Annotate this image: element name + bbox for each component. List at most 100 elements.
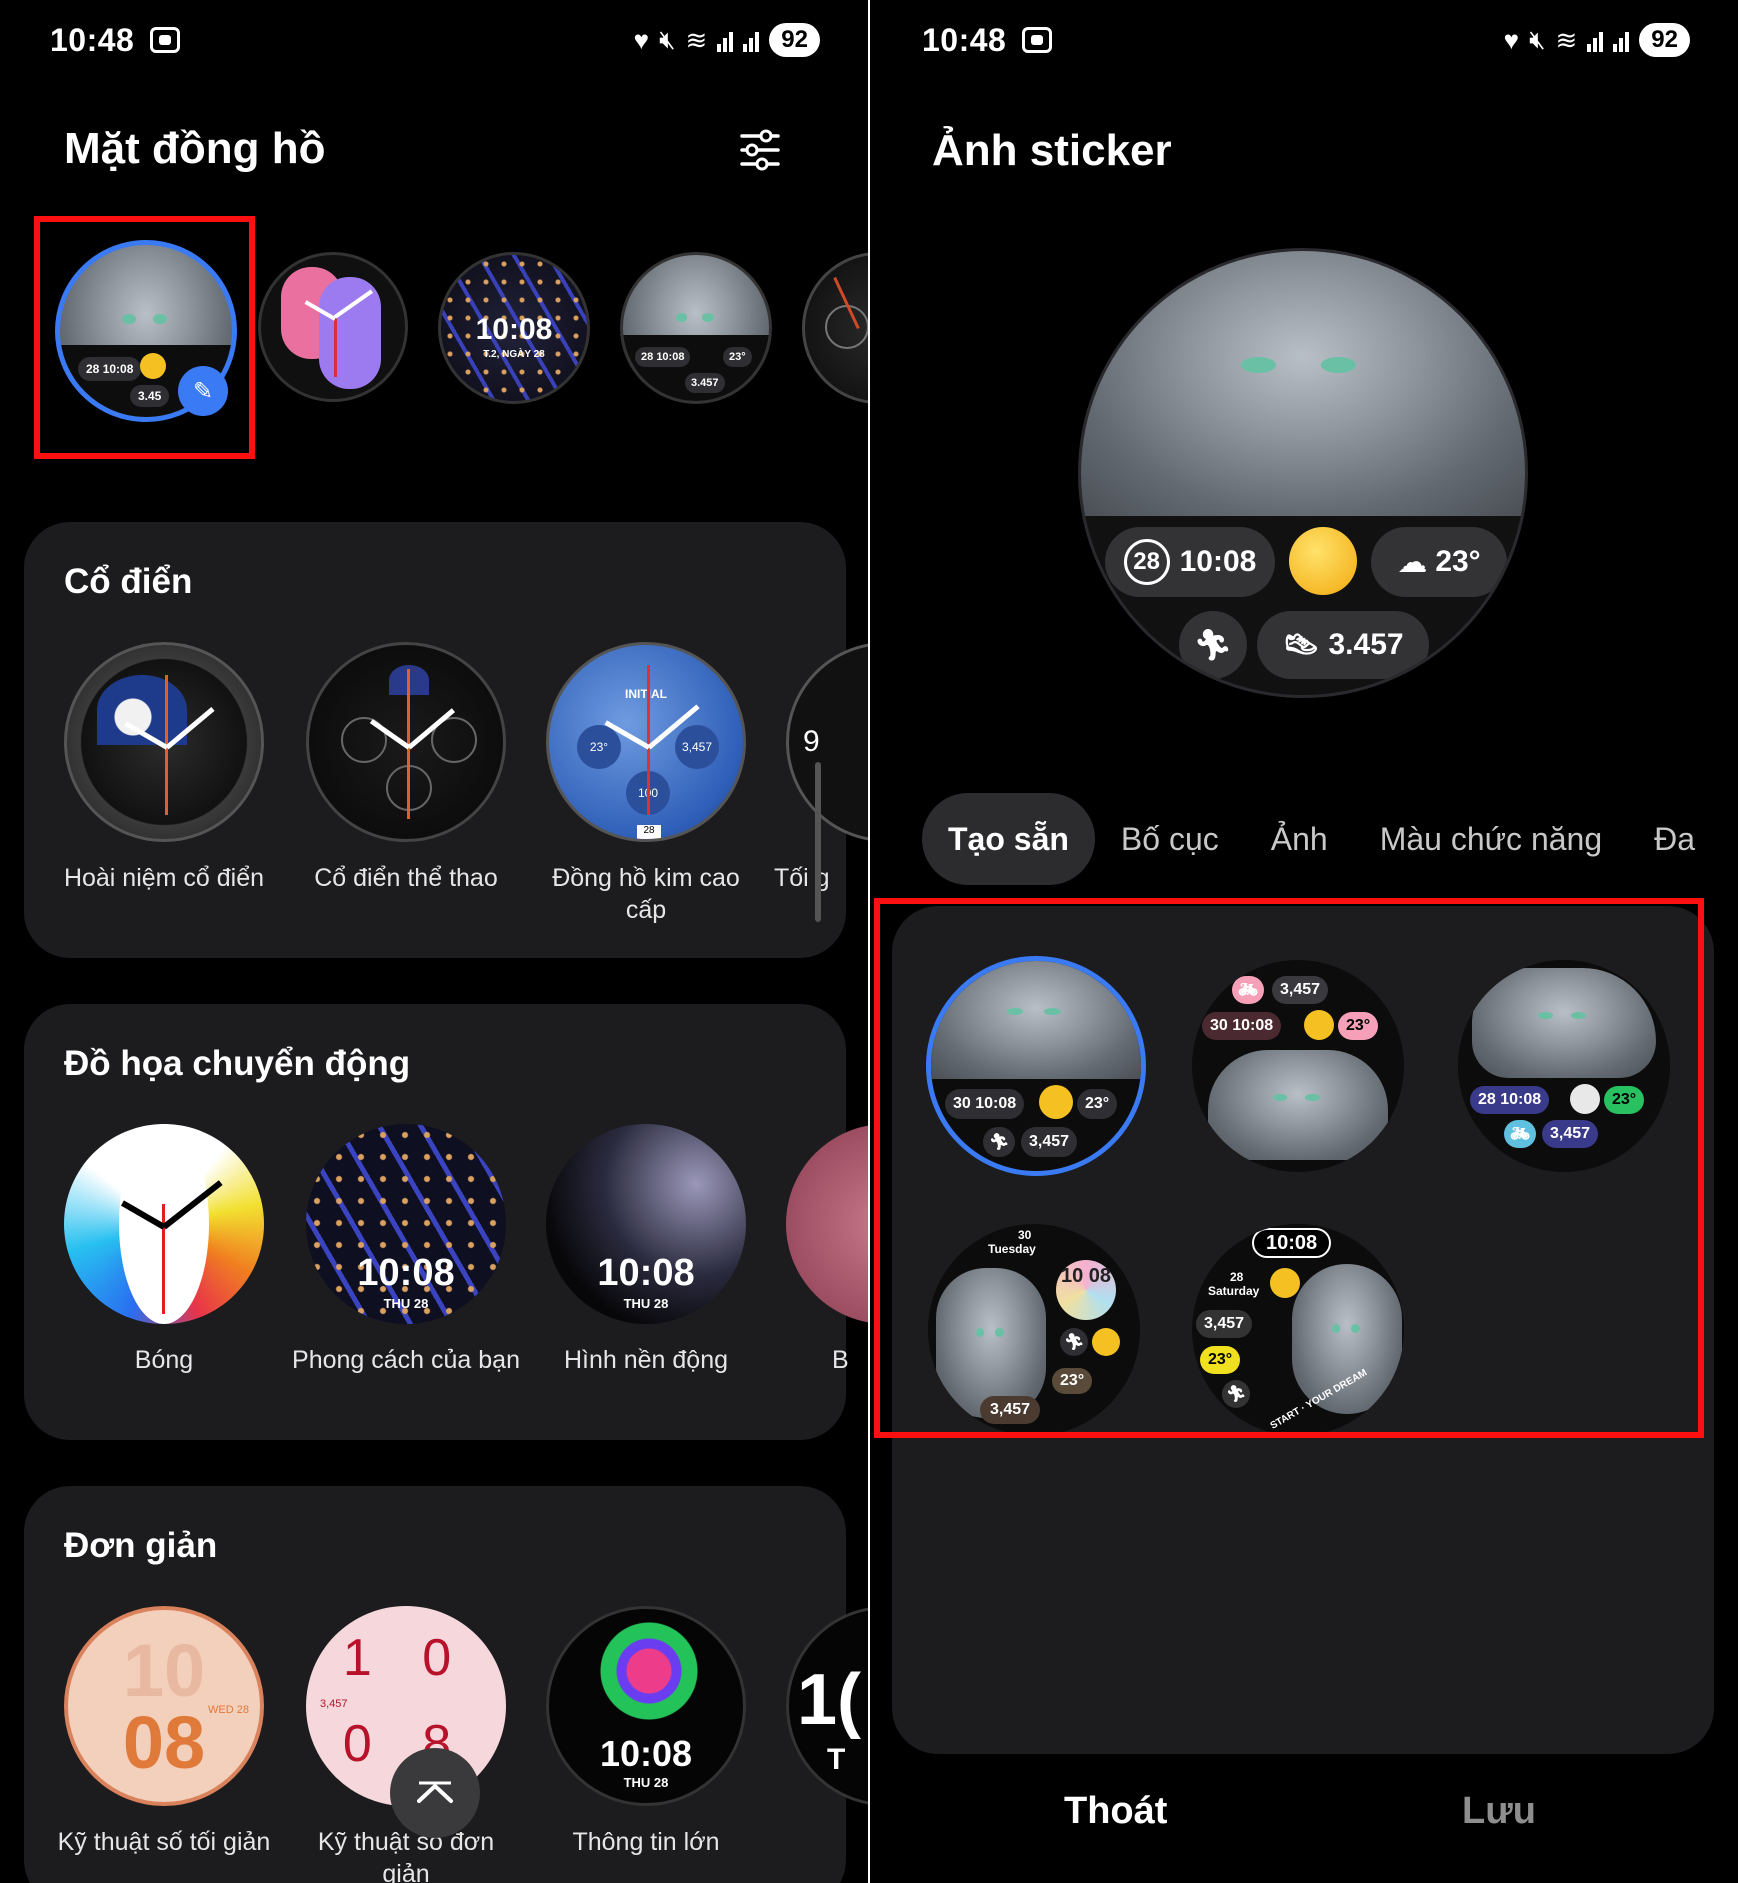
cloud-icon: ☁ [1397,545,1428,579]
face-time: 10:08 [475,313,553,346]
face-label: Đồng hồ kim cao cấp [552,864,740,924]
mute-icon: 🔇︎ [659,24,676,54]
steps-complication[interactable]: 👟︎ 3.457 [1257,611,1429,679]
temp-text: 23° [1435,545,1481,578]
exit-button[interactable]: Thoát [1064,1790,1167,1833]
face-label: Kỹ thuật số tối giản [57,1828,271,1856]
presets-highlight [874,898,1704,1438]
face-your-style[interactable]: 10:08 THU 28 [306,1124,506,1324]
section-title: Cổ điển [64,562,193,601]
weather-complication[interactable]: ☁ 23° [1371,527,1507,597]
screen-record-icon [1022,27,1053,53]
face-steps: 3,457 [675,725,719,769]
chevron-up-icon [417,1781,453,1803]
date-badge: 28 [1123,539,1170,585]
time-text: 10:08 [1179,545,1257,578]
face-label: Cổ điển thể thao [314,864,498,892]
face-ball[interactable] [64,1124,264,1324]
status-bar: 10:48 ♥ 🔇︎ ≋ 92 [50,18,820,62]
cat-photo [1081,251,1525,516]
tab-presets[interactable]: Tạo sẵn [922,793,1095,885]
selected-face-highlight [34,216,255,459]
face-partial-big[interactable]: 1( T [786,1606,868,1806]
face-hour: 1 0 [342,1629,470,1687]
face-dark-partial[interactable]: 9 [786,642,868,842]
signal-icon [717,28,734,52]
wifi-icon: ≋ [1555,24,1578,55]
signal-icon-2 [743,28,760,52]
face-chip-date: 28 [641,351,654,363]
installed-face-pattern-digital[interactable]: 10:08 T.2, NGÀY 28 [438,252,590,404]
face-label: Phong cách của bạn [292,1346,520,1374]
face-time: 10:08 [597,1252,695,1294]
editor-tabs: Tạo sẵn Bố cục Ảnh Màu chức năng Đa [922,793,1721,885]
face-hour: 1( [797,1660,862,1740]
face-numeral: 9 [803,725,820,758]
scroll-to-top-button[interactable] [390,1748,480,1838]
running-icon[interactable]: 🏃︎ [1179,611,1247,679]
face-premium-analog[interactable]: INITIAL 23° 3,457 100 28 [546,642,746,842]
status-bar: 10:48 ♥ 🔇︎ ≋ 92 [922,18,1690,62]
tab-more[interactable]: Đa [1628,793,1721,885]
mute-icon: 🔇︎ [1529,24,1546,54]
section-classic: Cổ điển Hoài niệm cổ điển Cổ điển thể th… [24,522,868,958]
wifi-icon: ≋ [685,24,708,55]
tab-function-color[interactable]: Màu chức năng [1354,793,1628,885]
face-date: THU 28 [623,1296,669,1311]
face-label: Thông tin lớn [572,1828,720,1856]
filter-settings-icon[interactable] [738,128,782,172]
status-time: 10:48 [922,21,1007,58]
signal-icon [1587,28,1604,52]
face-label: Kỹ thuật số đơn giản [317,1828,495,1883]
face-label: Tối g [774,864,830,892]
tab-photo[interactable]: Ảnh [1245,793,1354,885]
installed-face-sticker-2[interactable]: 28 10:08 23° 3.457 [620,252,772,404]
status-time: 10:48 [50,21,135,58]
installed-face-partial-analog[interactable] [802,252,868,404]
installed-face-pink-analog[interactable] [258,252,408,402]
face-minimal-digital[interactable]: 10 08 WED 28 [64,1606,264,1806]
face-chip-temp: 23° [723,347,752,367]
save-button[interactable]: Lưu [1462,1790,1536,1833]
face-partial-pink[interactable] [786,1124,868,1324]
face-label: B [832,1346,849,1374]
face-date: THU 28 [383,1296,429,1311]
face-steps: 3,457 [320,1698,348,1710]
face-classic-sport[interactable] [306,642,506,842]
scrollbar[interactable] [815,762,821,922]
face-chip-steps: 3.457 [685,373,725,393]
tab-layout[interactable]: Bố cục [1095,793,1245,885]
face-classic-memories[interactable] [64,642,264,842]
face-time: 10:08 [357,1252,455,1294]
face-date: WED 28 [208,1704,249,1716]
battery-level: 92 [1639,23,1690,57]
watch-faces-screen: 10:48 ♥ 🔇︎ ≋ 92 Mặt đồng hồ 28 10:08 3.4… [0,0,868,1883]
screen-record-icon [150,27,181,53]
face-brand: INITIAL [625,687,667,701]
face-live-wallpaper[interactable]: 10:08 THU 28 [546,1124,746,1324]
heart-icon: ♥ [1503,24,1520,55]
face-label: Hình nền động [563,1346,729,1374]
face-date: T.2, NGÀY 28 [483,349,545,360]
edit-pencil-icon[interactable]: ✎ [178,366,228,416]
face-big-info[interactable]: 10:08 THU 28 [546,1606,746,1806]
laughing-emoji-sticker[interactable] [1289,527,1357,595]
watch-face-preview: 28 10:08 ☁ 23° 🏃︎ 👟︎ 3.457 [1078,248,1528,698]
face-time: 10:08 [599,1733,693,1774]
face-date: THU 28 [623,1775,669,1790]
page-title: Ảnh sticker [932,126,1172,175]
shoe-icon: 👟︎ [1282,628,1321,662]
page-title: Mặt đồng hồ [64,124,326,173]
face-label: Bóng [134,1346,194,1374]
face-chip-time: 10:08 [656,351,685,363]
battery-level: 92 [769,23,820,57]
section-title: Đồ họa chuyển động [64,1044,411,1083]
sticker-face-editor: 10:48 ♥ 🔇︎ ≋ 92 Ảnh sticker 28 10:08 ☁ 23… [870,0,1738,1883]
steps-text: 3.457 [1328,628,1404,661]
signal-icon-2 [1613,28,1630,52]
date-time-complication[interactable]: 28 10:08 [1105,527,1275,597]
face-label: Hoài niệm cổ điển [63,864,265,892]
face-temp: 23° [577,725,621,769]
face-date: 28 [637,825,661,839]
section-title: Đơn giản [64,1526,218,1565]
